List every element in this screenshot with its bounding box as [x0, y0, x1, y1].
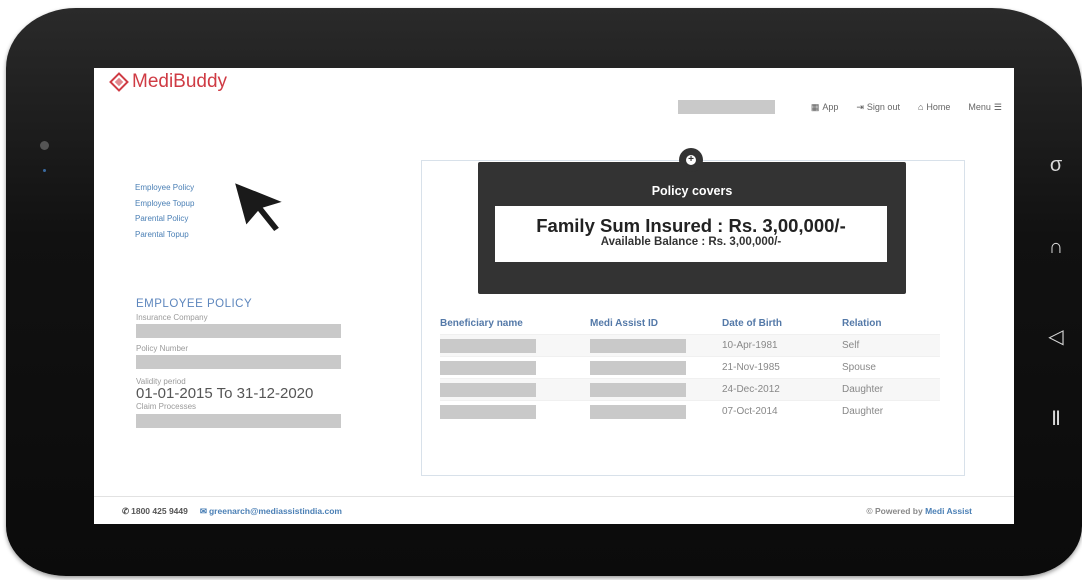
insurance-company-label: Insurance Company — [136, 313, 208, 322]
medi-assist-link[interactable]: Medi Assist — [925, 506, 972, 516]
brand-logo[interactable]: MediBuddy — [108, 70, 227, 94]
beneficiary-name-cell — [440, 334, 590, 357]
beneficiary-table: Beneficiary name Medi Assist ID Date of … — [440, 312, 940, 422]
employee-policy-panel: EMPLOYEE POLICY Insurance Company Policy… — [136, 298, 346, 428]
policy-links: Employee Policy Employee Topup Parental … — [135, 180, 194, 242]
mail-icon: ✉ — [199, 506, 207, 516]
medi-assist-id-cell — [590, 334, 722, 357]
medi-assist-id-cell — [590, 400, 722, 422]
dob-cell: 21-Nov-1985 — [722, 356, 842, 379]
col-relation: Relation — [842, 317, 882, 329]
insurance-company-redacted — [136, 324, 341, 338]
col-beneficiary-name: Beneficiary name — [440, 317, 523, 329]
plus-icon: + — [686, 155, 696, 165]
brand-name: MediBuddy — [132, 71, 228, 92]
beneficiary-name-cell — [440, 356, 590, 379]
beneficiary-name-redacted — [440, 382, 536, 397]
dob-cell: 24-Dec-2012 — [722, 378, 842, 401]
medi-assist-id-redacted — [590, 404, 686, 419]
sign-out-icon: ⇥ — [856, 101, 864, 112]
relation-cell: Daughter — [842, 400, 940, 422]
medi-assist-id-redacted — [590, 382, 686, 397]
table-row: 07-Oct-2014 Daughter — [440, 400, 940, 422]
claim-processes-label: Claim Processes — [136, 402, 197, 411]
col-medi-assist-id: Medi Assist ID — [590, 317, 658, 329]
relation-cell: Spouse — [842, 356, 940, 379]
medi-assist-id-redacted — [590, 338, 686, 353]
policy-covers-title: Policy covers — [651, 184, 733, 198]
app-screen: MediBuddy ▦ App ⇥ Sign out ⌂ Home Menu ☰ Emp… — [94, 68, 1014, 524]
relation-cell: Daughter — [842, 378, 940, 401]
table-header-row: Beneficiary name Medi Assist ID Date of … — [440, 312, 940, 335]
dob-cell: 10-Apr-1981 — [722, 334, 842, 357]
beneficiary-name-cell — [440, 400, 590, 422]
medi-assist-id-redacted — [590, 360, 686, 375]
policy-number-label: Policy Number — [136, 344, 189, 353]
sensor-icon — [43, 169, 46, 172]
sum-insured-box: Family Sum Insured : Rs. 3,00,000/- Avai… — [495, 206, 887, 262]
plus-badge: + — [679, 148, 703, 172]
col-date-of-birth: Date of Birth — [722, 317, 782, 329]
phone-icon: ✆ — [122, 506, 130, 516]
camera-icon — [40, 141, 49, 150]
user-name-redacted — [677, 100, 775, 114]
nav-home[interactable]: ⌂ Home — [918, 102, 950, 112]
medi-assist-id-cell — [590, 378, 722, 401]
family-sum-insured: Family Sum Insured : Rs. 3,00,000/- — [536, 215, 846, 236]
link-employee-topup[interactable]: Employee Topup — [135, 196, 194, 212]
link-employee-policy[interactable]: Employee Policy — [135, 180, 194, 196]
policy-covers-card: Policy covers Family Sum Insured : Rs. 3… — [478, 162, 906, 294]
mouse-pointer-icon — [232, 180, 287, 234]
medi-assist-id-cell — [590, 356, 722, 379]
email-link[interactable]: ✉ greenarch@mediassistindia.com — [200, 506, 342, 517]
page-footer: ✆ 1800 425 9449 ✉ greenarch@mediassistindi… — [94, 496, 1014, 524]
available-balance: Available Balance : Rs. 3,00,000/- — [600, 236, 782, 248]
grid-icon: ▦ — [810, 101, 820, 112]
nav-sign-out[interactable]: ⇥ Sign out — [856, 102, 900, 113]
nav-menu[interactable]: Menu ☰ — [968, 102, 1002, 113]
home-icon: ⌂ — [917, 102, 924, 112]
link-parental-policy[interactable]: Parental Policy — [135, 211, 194, 227]
table-row: 24-Dec-2012 Daughter — [440, 378, 940, 401]
phone-link[interactable]: ✆ 1800 425 9449 — [122, 506, 188, 517]
hamburger-icon: ☰ — [993, 101, 1002, 112]
contact-info: ✆ 1800 425 9449 ✉ greenarch@mediassistindi… — [122, 506, 354, 517]
beneficiary-name-cell — [440, 378, 590, 401]
powered-by: © Powered by Medi Assist — [866, 506, 972, 516]
dob-cell: 07-Oct-2014 — [722, 400, 842, 422]
back-icon[interactable]: ∩ — [1044, 236, 1068, 259]
medibuddy-logo-icon — [109, 72, 129, 92]
link-parental-topup[interactable]: Parental Topup — [135, 227, 194, 243]
nav-app[interactable]: ▦ App — [811, 102, 839, 113]
table-row: 10-Apr-1981 Self — [440, 334, 940, 357]
beneficiary-name-redacted — [440, 360, 536, 375]
beneficiary-name-redacted — [440, 404, 536, 419]
claim-processes-redacted — [136, 414, 341, 428]
policy-number-redacted — [136, 355, 341, 369]
home-icon[interactable]: ◁ — [1044, 324, 1068, 349]
search-icon[interactable]: σ — [1044, 154, 1068, 177]
employee-policy-title: EMPLOYEE POLICY — [136, 298, 253, 310]
menu-icon[interactable]: Ⅱ — [1044, 406, 1068, 431]
relation-cell: Self — [842, 334, 940, 357]
beneficiary-name-redacted — [440, 338, 536, 353]
validity-period-value: 01-01-2015 To 31-12-2020 — [136, 385, 314, 402]
top-nav: ▦ App ⇥ Sign out ⌂ Home Menu ☰ — [677, 100, 1002, 114]
table-row: 21-Nov-1985 Spouse — [440, 356, 940, 379]
